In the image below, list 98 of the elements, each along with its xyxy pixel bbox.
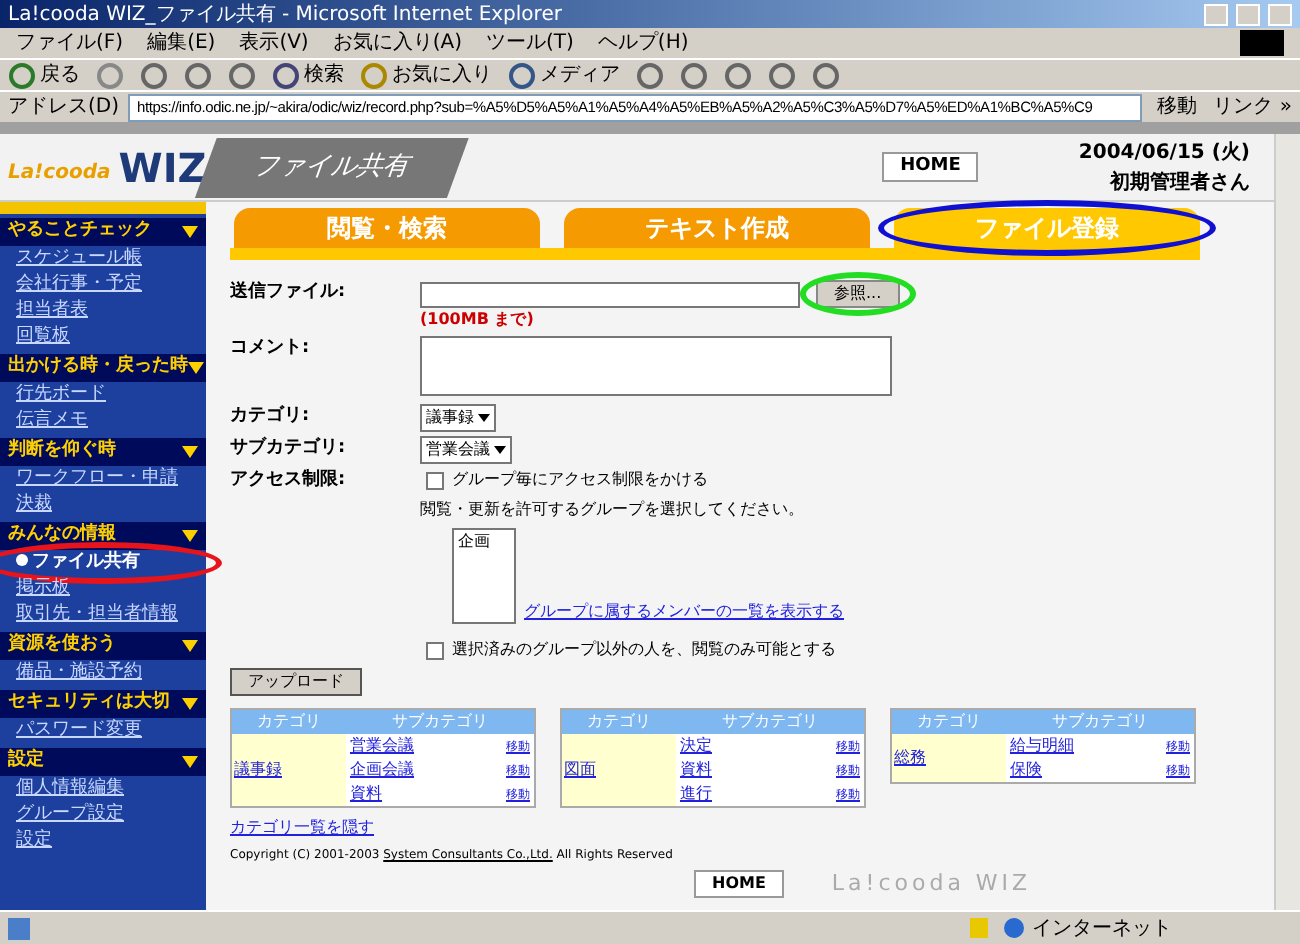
checkbox-label: 選択済みのグループ以外の人を、閲覧のみ可能とする: [452, 638, 836, 662]
zone-text: インターネット: [1032, 915, 1174, 943]
sidebar-item[interactable]: グループ設定: [16, 801, 124, 829]
subcategory-link[interactable]: 営業会議: [350, 734, 414, 758]
comment-textarea[interactable]: [420, 336, 892, 396]
address-label: アドレス(D): [8, 94, 120, 122]
sidebar-section-header[interactable]: セキュリティは大切: [0, 690, 206, 718]
sidebar-section-header[interactable]: 出かける時・戻った時: [0, 354, 206, 382]
sidebar-item[interactable]: 行先ボード: [16, 381, 106, 409]
sidebar-section-header[interactable]: 資源を使おう: [0, 632, 206, 660]
column-header: サブカテゴリ: [1050, 710, 1150, 734]
circle-icon[interactable]: [184, 61, 212, 89]
category-link[interactable]: 総務: [894, 746, 926, 770]
size-note: (100MB まで): [420, 308, 536, 332]
category-select[interactable]: 議事録: [420, 404, 496, 432]
minimize-button[interactable]: [1204, 3, 1228, 25]
circle-icon[interactable]: [636, 61, 664, 89]
column-header: カテゴリ: [915, 710, 983, 734]
field-label: アクセス制限:: [230, 468, 348, 494]
subcategory-select[interactable]: 営業会議: [420, 436, 512, 464]
subcategory-link[interactable]: 資料: [680, 758, 712, 782]
sidebar-item[interactable]: 回覧板: [16, 323, 70, 351]
go-button[interactable]: 移動: [1149, 92, 1206, 122]
links-button[interactable]: リンク »: [1213, 92, 1292, 122]
sidebar-section-header[interactable]: 設定: [0, 748, 206, 776]
dropdown-arrow-icon: [478, 414, 490, 422]
menu-item[interactable]: お気に入り(A): [332, 28, 462, 58]
category-link[interactable]: 図面: [564, 758, 596, 782]
field-label: 送信ファイル:: [230, 280, 348, 306]
sidebar-item[interactable]: スケジュール帳: [16, 245, 142, 273]
menu-item[interactable]: 編集(E): [147, 28, 216, 58]
circle-icon[interactable]: [140, 61, 168, 89]
circle-icon[interactable]: [228, 61, 256, 89]
footer-brand: La!cooda WIZ: [831, 868, 1032, 900]
hide-categories-link[interactable]: カテゴリ一覧を隠す: [230, 816, 374, 840]
menu-item[interactable]: ファイル(F): [16, 28, 124, 58]
field-label: サブカテゴリ:: [230, 436, 348, 462]
category-link[interactable]: 議事録: [234, 758, 282, 782]
subcategory-link[interactable]: 企画会議: [350, 758, 414, 782]
date-text: 2004/06/15 (火): [1078, 139, 1250, 167]
column-header: カテゴリ: [255, 710, 323, 734]
upload-button[interactable]: アップロード: [230, 668, 362, 696]
toolbar-button[interactable]: メディア: [508, 60, 620, 90]
sidebar-item[interactable]: 取引先・担当者情報: [16, 601, 178, 629]
members-link[interactable]: グループに属するメンバーの一覧を表示する: [524, 600, 844, 624]
user-name: 初期管理者さん: [1110, 168, 1250, 197]
menu-item[interactable]: ヘルプ(H): [597, 28, 689, 58]
sidebar-item[interactable]: パスワード変更: [16, 717, 142, 745]
circle-icon[interactable]: [724, 61, 752, 89]
hint-text: 閲覧・更新を許可するグループを選択してください。: [420, 498, 806, 522]
column-header: カテゴリ: [585, 710, 653, 734]
file-input[interactable]: [420, 281, 800, 307]
column-header: サブカテゴリ: [390, 710, 490, 734]
sidebar-section-header[interactable]: やることチェック: [0, 218, 206, 246]
checkbox-label: グループ毎にアクセス制限をかける: [452, 468, 708, 492]
subcategory-link[interactable]: 保険: [1010, 758, 1042, 782]
bullet-icon: [16, 553, 28, 566]
sidebar-section-header[interactable]: 判断を仰ぐ時: [0, 438, 206, 466]
checkbox[interactable]: [426, 641, 444, 659]
column-header: サブカテゴリ: [720, 710, 820, 734]
window-title: La!cooda WIZ_ファイル共有 - Microsoft Internet Explorer: [8, 1, 562, 29]
sidebar-item[interactable]: 掲示板: [16, 575, 70, 603]
subcategory-link[interactable]: 決定: [680, 734, 712, 758]
home-button[interactable]: HOME: [694, 870, 784, 899]
circle-icon[interactable]: [508, 61, 536, 89]
scrollbar[interactable]: [1274, 134, 1300, 910]
home-button[interactable]: HOME: [882, 151, 979, 183]
field-label: コメント:: [230, 336, 312, 362]
field-label: カテゴリ:: [230, 404, 312, 430]
menu-item[interactable]: ツール(T): [486, 28, 574, 58]
toolbar-button[interactable]: お気に入り: [360, 60, 492, 90]
sidebar-item[interactable]: 担当者表: [16, 297, 88, 325]
circle-icon[interactable]: [272, 61, 300, 89]
checkbox[interactable]: [426, 471, 444, 489]
toolbar-button[interactable]: 戻る: [8, 60, 80, 90]
subcategory-link[interactable]: 給与明細: [1010, 734, 1074, 758]
sidebar-item[interactable]: 備品・施設予約: [16, 659, 142, 687]
sidebar-item[interactable]: 決裁: [16, 491, 52, 519]
globe-icon: [1004, 918, 1024, 938]
circle-icon[interactable]: [812, 61, 840, 89]
circle-icon[interactable]: [680, 61, 708, 89]
circle-icon[interactable]: [8, 61, 36, 89]
sidebar-item[interactable]: 設定: [16, 827, 52, 855]
sidebar-item[interactable]: 会社行事・予定: [16, 271, 142, 299]
menu-item[interactable]: 表示(V): [239, 28, 309, 58]
toolbar-button[interactable]: 検索: [272, 60, 344, 90]
dropdown-arrow-icon: [494, 446, 506, 454]
subcategory-link[interactable]: 資料: [350, 782, 382, 806]
sidebar-item[interactable]: ワークフロー・申請: [16, 465, 178, 493]
sidebar-item[interactable]: 個人情報編集: [16, 775, 124, 803]
group-listbox[interactable]: 企画: [452, 528, 516, 624]
list-option[interactable]: 企画: [454, 530, 514, 554]
circle-icon[interactable]: [768, 61, 796, 89]
sidebar-item[interactable]: 伝言メモ: [16, 407, 88, 435]
sidebar-item[interactable]: ファイル共有: [16, 549, 140, 577]
subcategory-link[interactable]: 進行: [680, 782, 712, 806]
browse-button[interactable]: 参照...: [816, 280, 900, 308]
logo-text: La!cooda: [8, 159, 111, 187]
